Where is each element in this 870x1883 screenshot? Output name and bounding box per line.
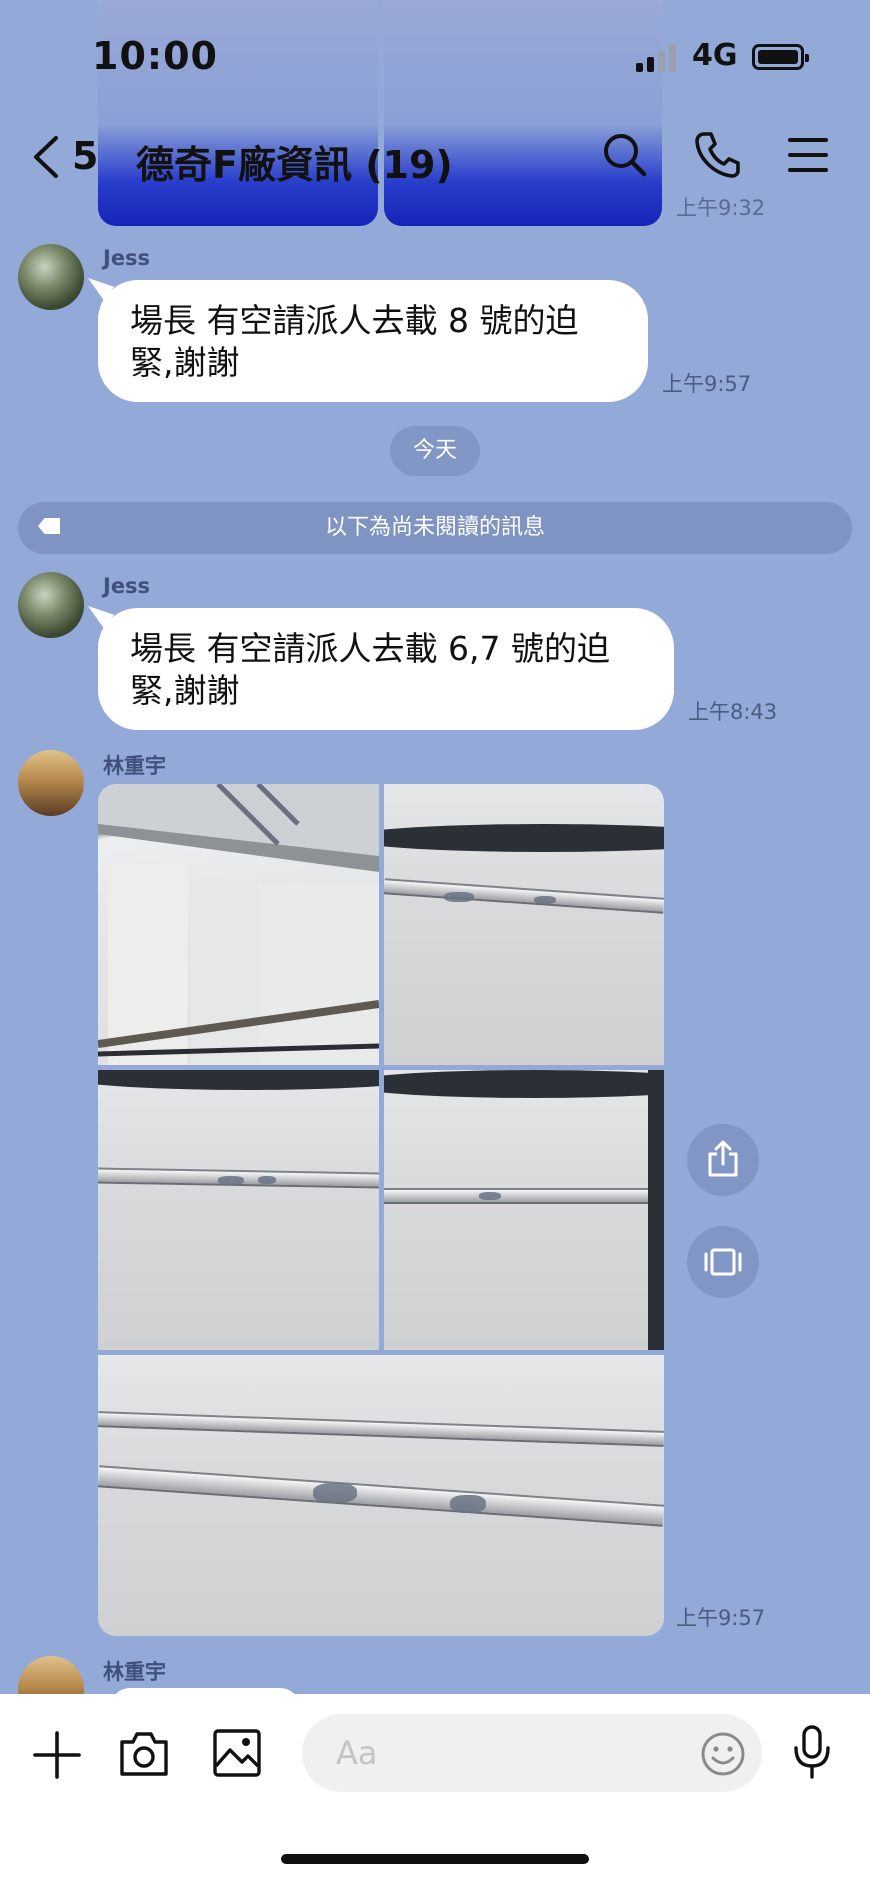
chat-area[interactable]: 上午9:32 10:00 4G 5 德奇F廠資訊 (19) Jess 場長 有空… <box>0 0 870 1694</box>
sender-name: 林重宇 <box>103 1660 166 1684</box>
avatar-jess[interactable] <box>18 572 84 638</box>
avatar-jess[interactable] <box>18 244 84 310</box>
search-icon[interactable] <box>602 132 648 178</box>
sender-name: Jess <box>103 246 151 270</box>
status-bar: 10:00 4G <box>0 0 870 120</box>
menu-icon[interactable] <box>788 136 828 174</box>
signal-icon <box>636 44 680 72</box>
chat-header: 5 德奇F廠資訊 (19) <box>0 118 870 198</box>
home-indicator[interactable] <box>281 1854 589 1864</box>
unread-banner-text: 以下為尚未閱讀的訊息 <box>324 515 545 540</box>
sender-name: 林重宇 <box>103 754 166 778</box>
photo-1[interactable] <box>98 784 379 1065</box>
unread-banner: 以下為尚未閱讀的訊息 <box>18 502 852 554</box>
chevron-left-icon[interactable] <box>30 134 60 180</box>
message-text-line: 場長 有空請派人去載 6,7 號的迫 <box>130 629 610 668</box>
avatar-lin[interactable] <box>18 750 84 816</box>
photo-3[interactable] <box>98 1070 379 1350</box>
carousel-icon <box>704 1248 742 1276</box>
photo-4[interactable] <box>384 1070 664 1350</box>
avatar-lin[interactable] <box>18 1656 84 1694</box>
photo-2[interactable] <box>384 784 664 1065</box>
unread-count[interactable]: 5 <box>72 134 98 178</box>
message-input[interactable]: Aa <box>302 1714 762 1792</box>
message-text-line: 緊,謝謝 <box>130 671 240 710</box>
tag-icon <box>38 518 60 534</box>
day-separator: 今天 <box>390 426 480 476</box>
photo-5[interactable] <box>98 1355 664 1636</box>
message-input-placeholder: Aa <box>336 1734 378 1772</box>
status-time: 10:00 <box>92 34 218 78</box>
share-button[interactable] <box>687 1124 759 1196</box>
message-timestamp: 上午8:43 <box>688 700 778 724</box>
chat-title[interactable]: 德奇F廠資訊 (19) <box>136 134 453 189</box>
message-bubble[interactable]: 場長 有空請派人去載 8 號的迫 緊,謝謝 <box>98 280 648 402</box>
message-timestamp: 上午9:57 <box>662 372 752 396</box>
phone-icon[interactable] <box>694 130 740 178</box>
plus-icon[interactable] <box>32 1730 82 1780</box>
network-type: 4G <box>692 38 738 73</box>
input-bar: Aa <box>0 1694 870 1883</box>
message-text-line: 緊,謝謝 <box>130 343 240 382</box>
battery-icon <box>752 44 809 70</box>
message-text-line: 場長 有空請派人去載 8 號的迫 <box>130 301 579 340</box>
message-timestamp: 上午9:57 <box>676 1606 766 1630</box>
carousel-button[interactable] <box>687 1226 759 1298</box>
sender-name: Jess <box>103 574 151 598</box>
emoji-icon[interactable] <box>700 1731 746 1777</box>
microphone-icon[interactable] <box>790 1724 834 1780</box>
image-icon[interactable] <box>212 1728 262 1778</box>
camera-icon[interactable] <box>118 1728 170 1778</box>
message-bubble[interactable]: 場長 有空請派人去載 6,7 號的迫 緊,謝謝 <box>98 608 674 730</box>
share-icon <box>708 1140 738 1177</box>
